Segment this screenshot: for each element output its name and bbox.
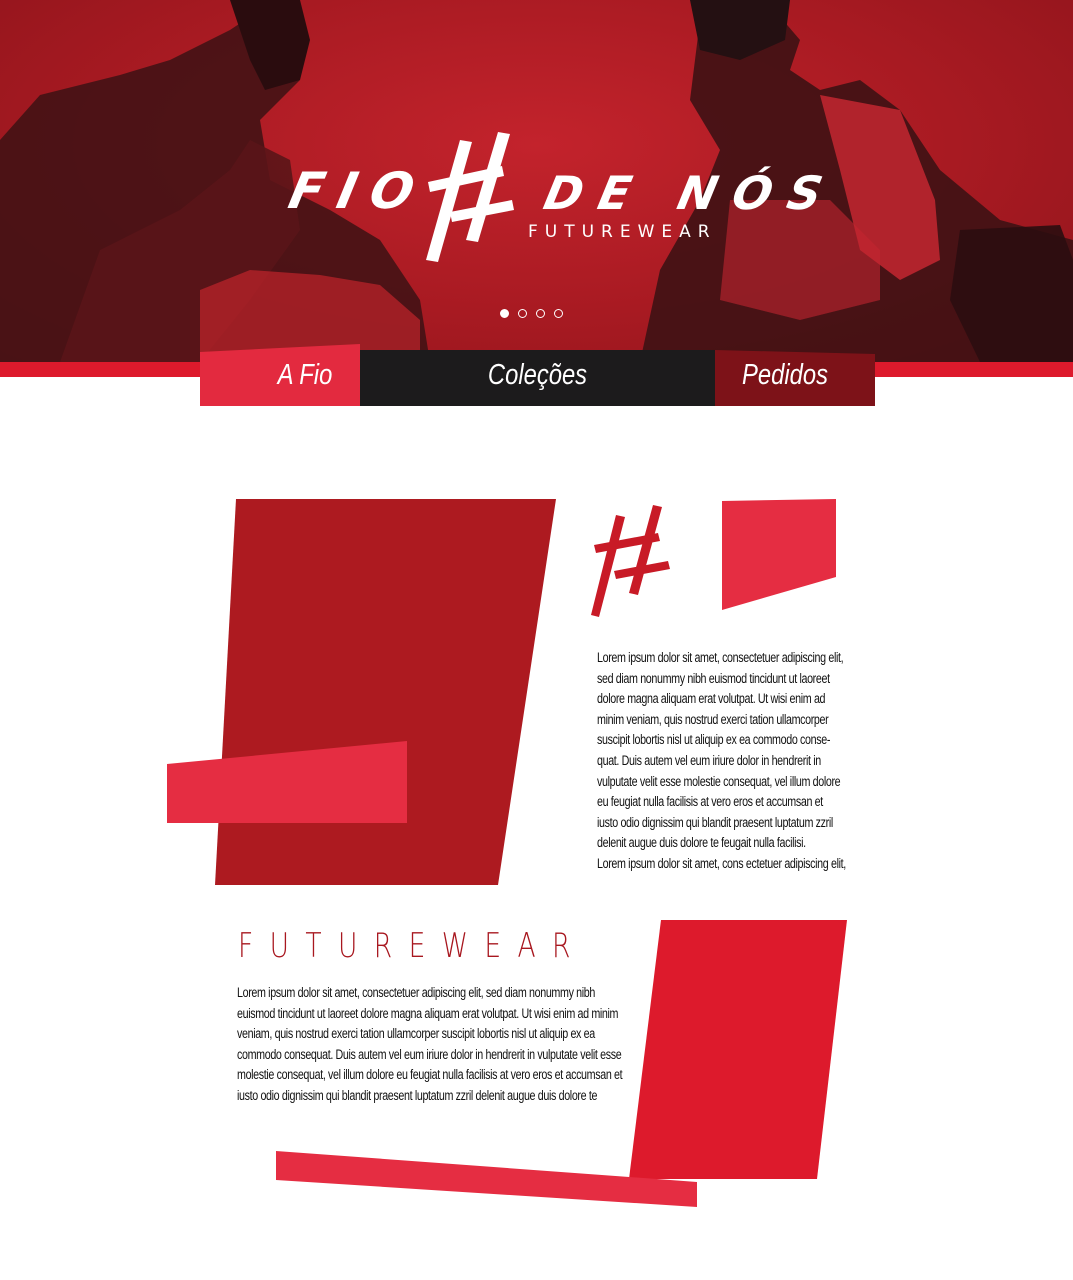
hero-banner: FIO DE NÓS FUTUREWEAR	[0, 0, 1073, 362]
carousel-dot-3[interactable]	[536, 309, 545, 318]
nav-tab-colecoes[interactable]: Coleções	[392, 344, 683, 406]
carousel-dot-4[interactable]	[554, 309, 563, 318]
futurewear-heading: FUTUREWEAR	[238, 926, 587, 966]
nav-tab-pedidos[interactable]: Pedidos	[728, 344, 843, 406]
futurewear-line: commodo consequat. Duis autem vel eum ir…	[237, 1046, 622, 1062]
carousel-dot-2[interactable]	[518, 309, 527, 318]
about-line: suscipit lobortis nisl ut aliquip ex ea …	[597, 732, 831, 748]
logo-word-left: FIO	[283, 162, 434, 220]
about-line: Lorem ipsum dolor sit amet, cons ectetue…	[597, 855, 846, 871]
about-line: minim veniam, quis nostrud exerci tation…	[597, 711, 829, 727]
futurewear-line: iusto odio dignissim qui blandit praesen…	[237, 1087, 598, 1103]
futurewear-paragraph: Lorem ipsum dolor sit amet, consectetuer…	[237, 983, 623, 1107]
about-line: sed diam nonummy nibh euismod tincidunt …	[597, 670, 830, 686]
futurewear-accent-bar	[276, 1151, 697, 1207]
futurewear-line: euismod tincidunt ut laoreet dolore magn…	[237, 1005, 619, 1021]
about-line: dolore magna aliquam erat volutpat. Ut w…	[597, 691, 826, 707]
about-accent-bar	[167, 741, 407, 823]
about-paragraph: Lorem ipsum dolor sit amet, consectetuer…	[597, 648, 846, 875]
logo-word-right: DE NÓS	[539, 166, 844, 220]
about-line: delenit augue duis dolore te feugait nul…	[597, 835, 806, 851]
nav-tab-a-fio[interactable]: A Fio	[219, 344, 391, 406]
about-line: iusto odio dignissim qui blandit praesen…	[597, 814, 833, 830]
main-nav: A Fio Coleções Pedidos	[200, 344, 875, 406]
hero-photo	[0, 0, 1073, 362]
about-text: Lorem ipsum dolor sit amet, consectetuer…	[597, 648, 908, 875]
carousel-dots	[500, 309, 563, 318]
futurewear-text: Lorem ipsum dolor sit amet, consectetuer…	[237, 983, 719, 1107]
carousel-dot-1[interactable]	[500, 309, 509, 318]
about-line: quat. Duis autem vel eum iriure dolor in…	[597, 752, 821, 768]
logo-tagline: FUTUREWEAR	[528, 222, 717, 242]
about-corner-block	[722, 499, 836, 610]
about-image-block	[215, 499, 556, 885]
futurewear-line: veniam, quis nostrud exerci tation ullam…	[237, 1026, 595, 1042]
about-line: Lorem ipsum dolor sit amet, consectetuer…	[597, 650, 844, 665]
about-line: eu feugiat nulla facilisis at vero eros …	[597, 794, 823, 810]
futurewear-line: Lorem ipsum dolor sit amet, consectetuer…	[237, 985, 595, 1000]
about-logo-mark-icon	[591, 505, 670, 617]
futurewear-line: molestie consequat, vel illum dolore eu …	[237, 1067, 623, 1083]
logo-mark-icon	[426, 132, 514, 262]
about-line: vulputate velit esse molestie consequat,…	[597, 773, 841, 789]
